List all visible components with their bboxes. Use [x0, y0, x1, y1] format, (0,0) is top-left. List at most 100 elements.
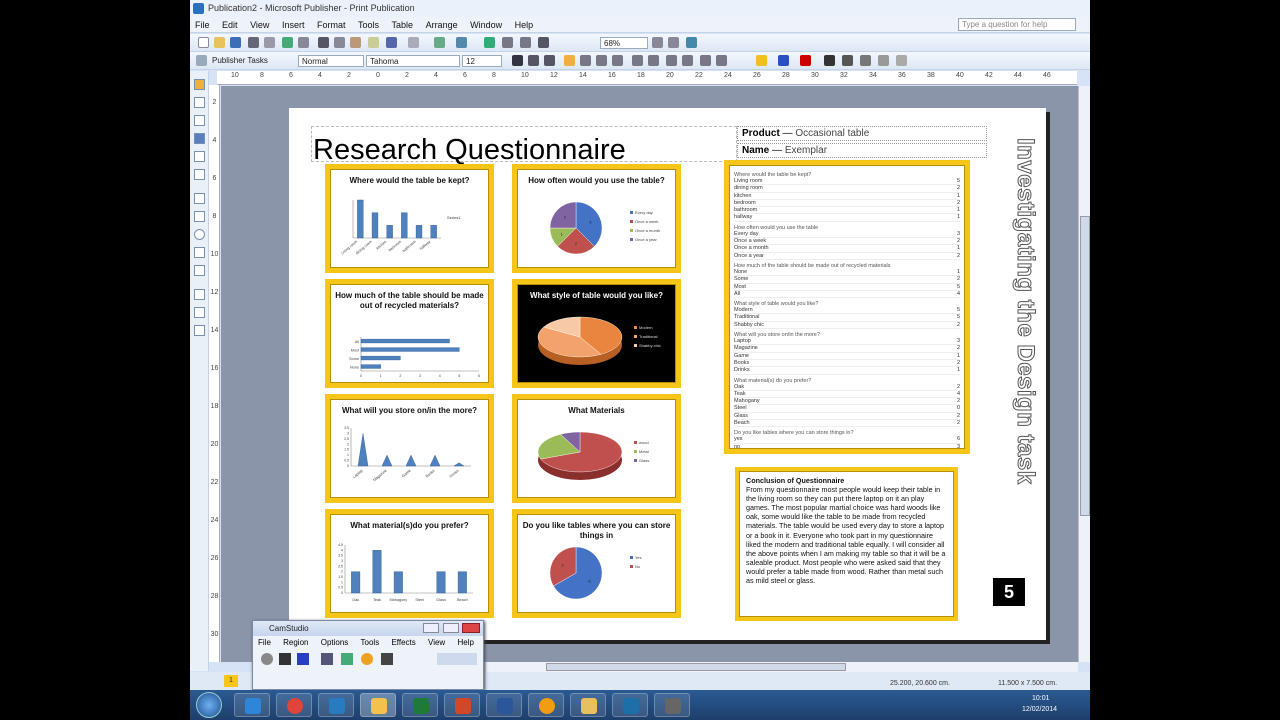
- chart-card[interactable]: Living room dining room kitchen bedroom bath…: [325, 164, 494, 273]
- page-navigation-badge[interactable]: 1: [224, 675, 238, 687]
- oval-icon[interactable]: [194, 229, 205, 240]
- taskbar-sims[interactable]: [318, 693, 354, 717]
- menu-table[interactable]: Table: [387, 17, 419, 33]
- chart-card[interactable]: Oak Teak Mahagony Steel Glass Beach 0 0.5 1 1.5 2 2…: [325, 509, 494, 618]
- vertical-scroll-thumb[interactable]: [1080, 216, 1090, 516]
- text-box-icon[interactable]: [194, 97, 205, 108]
- underline-icon[interactable]: [544, 55, 555, 66]
- camstudio-title-bar[interactable]: CamStudio: [253, 621, 483, 636]
- chart-card[interactable]: 6 3 Yes No Do you like tables where you can …: [512, 509, 681, 618]
- taskbar-powerpoint[interactable]: [444, 693, 480, 717]
- clock-time[interactable]: 10:01: [1032, 695, 1050, 702]
- form-control-icon[interactable]: [194, 307, 205, 318]
- open-icon[interactable]: [214, 37, 225, 48]
- zoom-select[interactable]: 68%: [600, 37, 648, 49]
- style-select[interactable]: Normal: [298, 55, 364, 67]
- line-style-icon[interactable]: [824, 55, 835, 66]
- menu-window[interactable]: Window: [465, 17, 507, 33]
- page-number-box[interactable]: 5: [993, 578, 1025, 606]
- start-button[interactable]: [196, 692, 222, 718]
- taskbar-publisher[interactable]: [612, 693, 648, 717]
- taskbar-camstudio[interactable]: [654, 693, 690, 717]
- save-icon[interactable]: [230, 37, 241, 48]
- chart-card[interactable]: 3 2 1 2 Every day Once a week Once a month Once…: [512, 164, 681, 273]
- cs-menu-options[interactable]: Options: [316, 636, 354, 649]
- taskbar-explorer[interactable]: [360, 693, 396, 717]
- conclusion-card[interactable]: Conclusion of Questionnaire From my ques…: [735, 467, 958, 621]
- print-preview-icon[interactable]: [264, 37, 275, 48]
- paste-icon[interactable]: [350, 37, 361, 48]
- line-icon[interactable]: [194, 193, 205, 204]
- columns-icon[interactable]: [502, 37, 513, 48]
- help-icon[interactable]: [686, 37, 697, 48]
- research-icon[interactable]: [298, 37, 309, 48]
- zoom-in-icon[interactable]: [668, 37, 679, 48]
- chart-card[interactable]: All Most Some None 0 1 2 3 4 5 6 How much of the ta…: [325, 279, 494, 388]
- arrow-style-icon[interactable]: [860, 55, 871, 66]
- data-sheet-card[interactable]: Where would the table be kept? Living roo…: [724, 160, 970, 454]
- dash-style-icon[interactable]: [842, 55, 853, 66]
- name-field[interactable]: Name — Exemplar: [737, 143, 987, 158]
- numbering-icon[interactable]: [632, 55, 643, 66]
- maximize-button[interactable]: [443, 623, 459, 633]
- webcam-icon[interactable]: [341, 653, 353, 665]
- taskbar-word[interactable]: [486, 693, 522, 717]
- bring-to-front-icon[interactable]: [434, 37, 445, 48]
- decrease-indent-icon[interactable]: [666, 55, 677, 66]
- rectangle-icon[interactable]: [194, 247, 205, 258]
- side-title-frame[interactable]: Investigating the Design task: [1009, 138, 1040, 486]
- camstudio-window[interactable]: CamStudio File Region Options Tools Effe…: [252, 620, 484, 690]
- paragraph-marks-icon[interactable]: [538, 37, 549, 48]
- print-icon[interactable]: [248, 37, 259, 48]
- ask-question-input[interactable]: Type a question for help: [958, 18, 1076, 31]
- hotspot-icon[interactable]: [194, 289, 205, 300]
- rotate-icon[interactable]: [456, 37, 467, 48]
- select-pointer-icon[interactable]: [194, 79, 205, 90]
- redo-icon[interactable]: [408, 37, 419, 48]
- align-right-icon[interactable]: [596, 55, 607, 66]
- taskbar-ie[interactable]: [234, 693, 270, 717]
- publisher-tasks-button[interactable]: Publisher Tasks: [212, 55, 268, 67]
- clock-date[interactable]: 12/02/2014: [1022, 706, 1057, 713]
- align-center-icon[interactable]: [580, 55, 591, 66]
- increase-indent-icon[interactable]: [682, 55, 693, 66]
- font-select[interactable]: Tahoma: [366, 55, 460, 67]
- horizontal-scrollbar[interactable]: [486, 662, 1078, 672]
- menu-format[interactable]: Format: [312, 17, 351, 33]
- new-icon[interactable]: [198, 37, 209, 48]
- italic-icon[interactable]: [528, 55, 539, 66]
- menu-view[interactable]: View: [245, 17, 274, 33]
- 3d-style-icon[interactable]: [896, 55, 907, 66]
- fill-color-icon[interactable]: [756, 55, 767, 66]
- minimize-button[interactable]: [423, 623, 439, 633]
- close-button[interactable]: [462, 623, 480, 633]
- insert-table-icon[interactable]: [194, 115, 205, 126]
- document-title[interactable]: Research Questionnaire: [313, 134, 626, 167]
- autoshapes-icon[interactable]: [194, 265, 205, 276]
- cut-icon[interactable]: [318, 37, 329, 48]
- horizontal-scroll-thumb[interactable]: [546, 663, 846, 671]
- cs-menu-tools[interactable]: Tools: [356, 636, 385, 649]
- menu-tools[interactable]: Tools: [353, 17, 384, 33]
- cs-menu-help[interactable]: Help: [452, 636, 478, 649]
- taskbar-chrome[interactable]: [276, 693, 312, 717]
- chart-card[interactable]: wood Metal Glass What Materials: [512, 394, 681, 503]
- arrow-icon[interactable]: [194, 211, 205, 222]
- pause-icon[interactable]: [279, 653, 291, 665]
- tasks-icon[interactable]: [196, 55, 207, 66]
- cs-menu-region[interactable]: Region: [278, 636, 313, 649]
- justify-icon[interactable]: [612, 55, 623, 66]
- zoom-out-icon[interactable]: [652, 37, 663, 48]
- shadow-style-icon[interactable]: [878, 55, 889, 66]
- taskbar-media[interactable]: [528, 693, 564, 717]
- horizontal-ruler[interactable]: 10 8 6 4 2 0 2 4 6 8 10 12 14 16 18 20 22 24 26 28 30 32 34 36 3…: [217, 71, 1077, 85]
- menu-edit[interactable]: Edit: [217, 17, 243, 33]
- picture-frame-icon[interactable]: [194, 151, 205, 162]
- undo-icon[interactable]: [386, 37, 397, 48]
- font-color-icon[interactable]: [800, 55, 811, 66]
- font-size-up-icon[interactable]: [700, 55, 711, 66]
- bullets-icon[interactable]: [648, 55, 659, 66]
- line-color-icon[interactable]: [778, 55, 789, 66]
- menu-file[interactable]: File: [190, 17, 215, 33]
- vertical-ruler[interactable]: 2 4 6 8 10 12 14 16 18 20 22 24 26 28 30: [209, 85, 220, 662]
